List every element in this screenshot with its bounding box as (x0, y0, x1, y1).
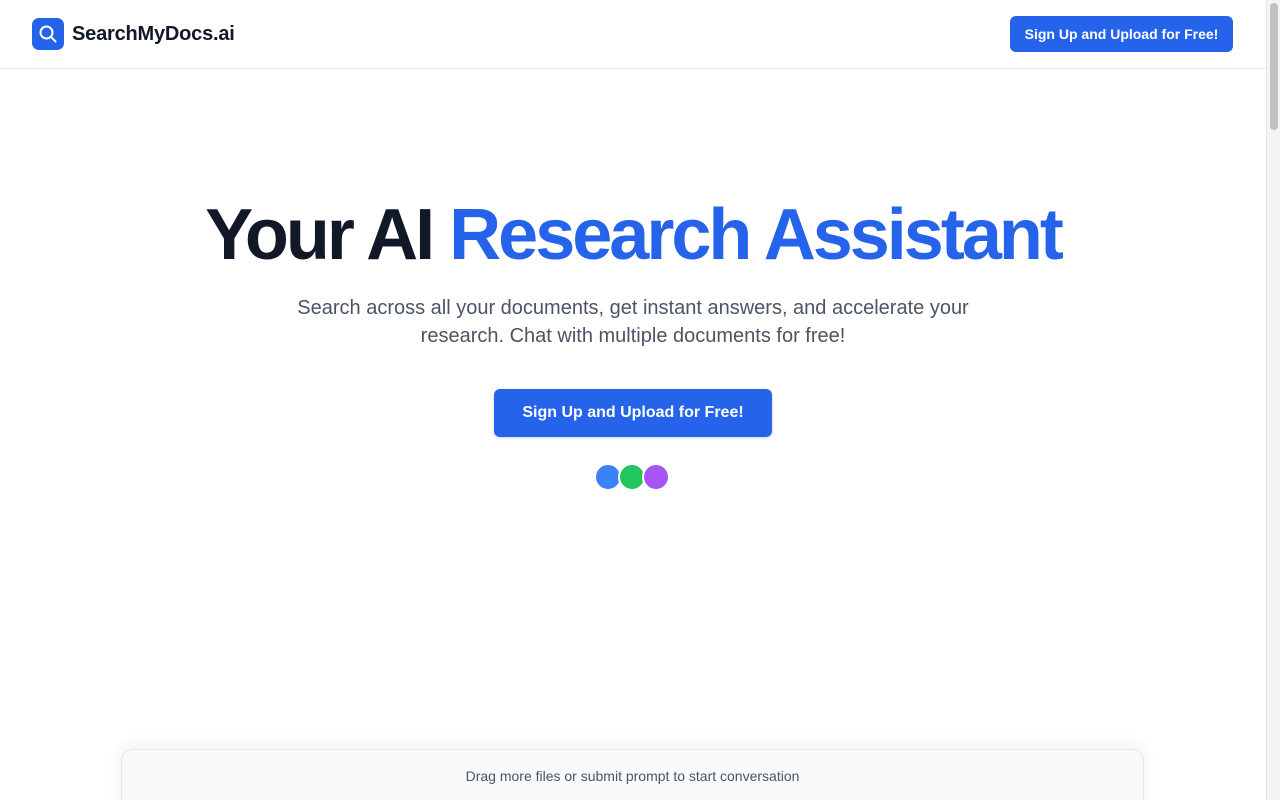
brand-logo[interactable]: SearchMyDocs.ai (32, 18, 235, 50)
hero-title-accent: Research Assistant (449, 195, 1064, 275)
page-scrollbar[interactable] (1266, 0, 1280, 800)
hero-title: Your AI Research Assistant (0, 192, 1266, 278)
hero-signup-button[interactable]: Sign Up and Upload for Free! (494, 389, 772, 437)
avatar (642, 463, 670, 491)
brand-name: SearchMyDocs.ai (72, 22, 235, 45)
hero-title-plain: Your AI (205, 195, 450, 275)
search-icon (32, 18, 64, 50)
scrollbar-thumb[interactable] (1270, 3, 1278, 130)
hero-subtitle: Search across all your documents, get in… (297, 297, 969, 347)
file-dropzone[interactable]: Drag more files or submit prompt to star… (121, 749, 1144, 800)
header-signup-button[interactable]: Sign Up and Upload for Free! (1010, 16, 1233, 52)
site-header: SearchMyDocs.ai Sign Up and Upload for F… (0, 0, 1266, 69)
dropzone-hint: Drag more files or submit prompt to star… (465, 768, 800, 784)
